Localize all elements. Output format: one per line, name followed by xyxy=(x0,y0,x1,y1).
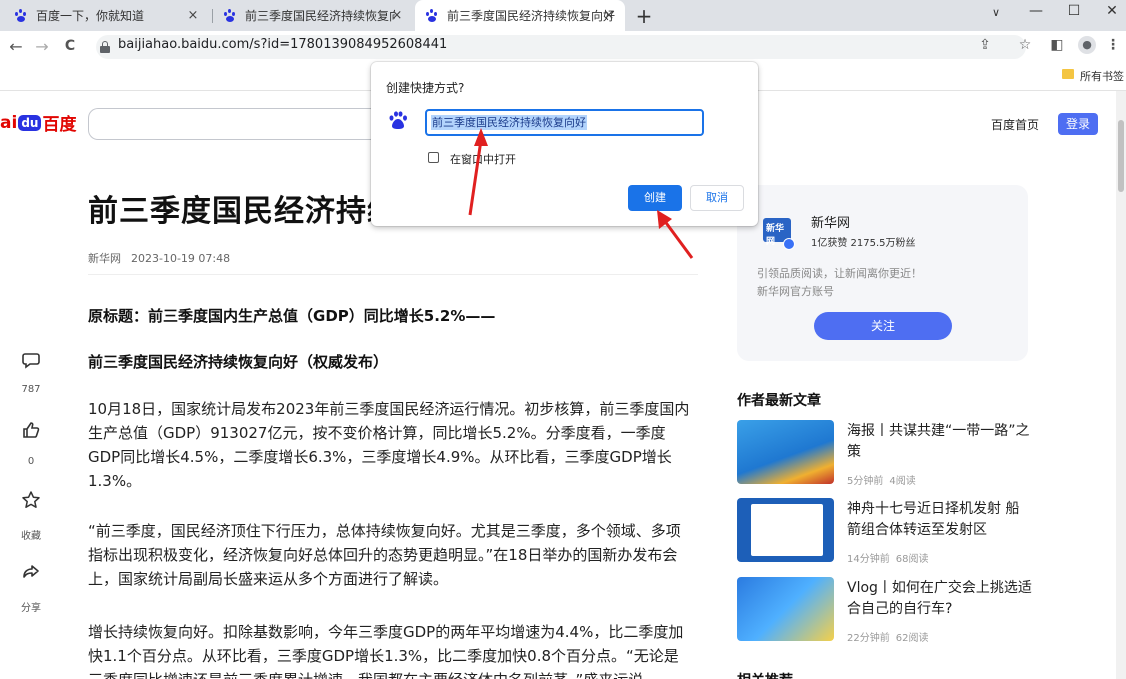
latest-article-meta: 22分钟前 62阅读 xyxy=(847,629,928,644)
author-stats: 1亿获赞 2175.5万粉丝 xyxy=(811,238,916,249)
logo-text-bai: ai xyxy=(0,112,18,133)
article-thumbnail[interactable] xyxy=(737,577,834,641)
star-icon[interactable] xyxy=(20,490,42,512)
cancel-button[interactable]: 取消 xyxy=(690,185,744,211)
share-icon[interactable]: ⇪ xyxy=(976,37,994,53)
read-count: 68阅读 xyxy=(895,554,929,565)
tab-article-2-active[interactable]: 前三季度国民经济持续恢复向好 × xyxy=(415,0,625,31)
article-source[interactable]: 新华网 xyxy=(88,252,121,265)
article-original-title: 原标题：前三季度国内生产总值（GDP）同比增长5.2%—— xyxy=(88,307,496,325)
forward-button[interactable]: → xyxy=(32,37,52,56)
read-count: 4阅读 xyxy=(889,476,916,487)
verified-badge-icon xyxy=(783,238,795,250)
shortcut-name-value[interactable]: 前三季度国民经济持续恢复向好 xyxy=(431,115,587,130)
post-time: 5分钟前 xyxy=(847,476,884,487)
article-title: 前三季度国民经济持续恢复向好 xyxy=(88,194,372,229)
tab-strip: 百度一下，你就知道 × 前三季度国民经济持续恢复向好 × 前三季度国民经济持续恢… xyxy=(0,0,1126,31)
latest-article-meta: 5分钟前 4阅读 xyxy=(847,472,916,487)
tab-label: 前三季度国民经济持续恢复向好 xyxy=(447,9,615,23)
author-description: 引领品质阅读，让新闻离你更近！ xyxy=(757,267,922,280)
create-button[interactable]: 创建 xyxy=(628,185,682,211)
tab-label: 前三季度国民经济持续恢复向好 xyxy=(245,9,395,23)
share-label: 分享 xyxy=(21,603,41,614)
latest-article-meta: 14分钟前 68阅读 xyxy=(847,550,928,565)
bookmark-star-icon[interactable]: ☆ xyxy=(1016,37,1034,53)
post-time: 14分钟前 xyxy=(847,554,890,565)
back-button[interactable]: ← xyxy=(6,37,26,56)
share-arrow-icon[interactable] xyxy=(20,562,42,584)
baidu-paw-icon xyxy=(425,8,439,23)
new-tab-button[interactable]: + xyxy=(634,4,654,28)
close-window-button[interactable]: ✕ xyxy=(1100,3,1124,19)
side-panel-icon[interactable]: ◧ xyxy=(1048,37,1066,53)
author-account-type: 新华网官方账号 xyxy=(757,285,834,298)
like-count: 0 xyxy=(27,456,35,467)
search-input[interactable] xyxy=(88,108,373,140)
logo-text-du: du xyxy=(18,114,42,131)
article-meta: 新华网 2023-10-19 07:48 xyxy=(88,250,230,266)
baidu-logo[interactable]: ai du 百度 xyxy=(0,110,77,136)
follow-button[interactable]: 关注 xyxy=(814,312,952,340)
author-name[interactable]: 新华网 xyxy=(811,212,850,231)
tab-search-dropdown-icon[interactable]: ∨ xyxy=(984,6,1008,19)
latest-articles-heading: 作者最新文章 xyxy=(737,393,821,409)
comment-count: 787 xyxy=(21,384,41,395)
browser-menu-icon[interactable]: ⋮ xyxy=(1104,37,1122,53)
tab-article-1[interactable]: 前三季度国民经济持续恢复向好 × xyxy=(213,0,413,31)
folder-icon xyxy=(1062,69,1074,79)
latest-article-title[interactable]: 神舟十七号近日择机发射 船箭组合体转运至发射区 xyxy=(847,499,1032,541)
divider xyxy=(88,274,698,275)
scrollbar-thumb[interactable] xyxy=(1118,120,1124,192)
tab-close-icon[interactable]: × xyxy=(185,8,201,23)
tab-close-icon[interactable]: × xyxy=(389,8,405,23)
profile-avatar[interactable]: ● xyxy=(1078,36,1096,54)
minimize-button[interactable]: — xyxy=(1024,3,1048,19)
tab-baidu-home[interactable]: 百度一下，你就知道 × xyxy=(4,0,209,31)
baidu-paw-icon xyxy=(388,111,408,131)
like-icon[interactable] xyxy=(20,420,42,442)
baidu-paw-icon xyxy=(14,8,28,23)
tab-close-icon[interactable]: × xyxy=(601,8,617,23)
article-paragraph: 10月18日，国家统计局发布2023年前三季度国民经济运行情况。初步核算，前三季… xyxy=(88,400,690,490)
dialog-title: 创建快捷方式? xyxy=(386,81,465,95)
article-paragraph: “前三季度，国民经济顶住下行压力，总体持续恢复向好。尤其是三季度，多个领域、多项… xyxy=(88,522,681,588)
related-heading: 相关推荐 xyxy=(737,670,793,679)
baidu-home-link[interactable]: 百度首页 xyxy=(991,116,1039,133)
tab-label: 百度一下，你就知道 xyxy=(36,9,145,23)
latest-article-title[interactable]: 海报丨共谋共建“一带一路”之策 xyxy=(847,421,1032,463)
comment-icon[interactable] xyxy=(20,350,42,372)
article-date: 2023-10-19 07:48 xyxy=(131,252,231,265)
latest-article-title[interactable]: Vlog丨如何在广交会上挑选适合自己的自行车? xyxy=(847,578,1032,620)
login-button[interactable]: 登录 xyxy=(1058,113,1098,135)
article-thumbnail[interactable] xyxy=(737,420,834,484)
favorite-label: 收藏 xyxy=(21,531,41,542)
logo-text-baidu: 百度 xyxy=(42,115,77,135)
open-in-window-label[interactable]: 在窗口中打开 xyxy=(450,151,516,167)
lock-icon[interactable] xyxy=(100,41,110,53)
maximize-button[interactable]: ☐ xyxy=(1062,3,1086,19)
article-thumbnail[interactable] xyxy=(737,498,834,562)
read-count: 62阅读 xyxy=(895,633,929,644)
baidu-paw-icon xyxy=(223,8,237,23)
article-subtitle: 前三季度国民经济持续恢复向好（权威发布） xyxy=(88,353,389,371)
open-in-window-checkbox[interactable] xyxy=(428,152,439,163)
post-time: 22分钟前 xyxy=(847,633,890,644)
reload-button[interactable]: C xyxy=(60,38,80,54)
url-text[interactable]: baijiahao.baidu.com/s?id=178013908495260… xyxy=(118,37,447,52)
article-paragraph: 增长持续恢复向好。扣除基数影响，今年三季度GDP的两年平均增速为4.4%，比二季… xyxy=(88,623,684,679)
all-bookmarks-link[interactable]: 所有书签 xyxy=(1080,68,1124,84)
